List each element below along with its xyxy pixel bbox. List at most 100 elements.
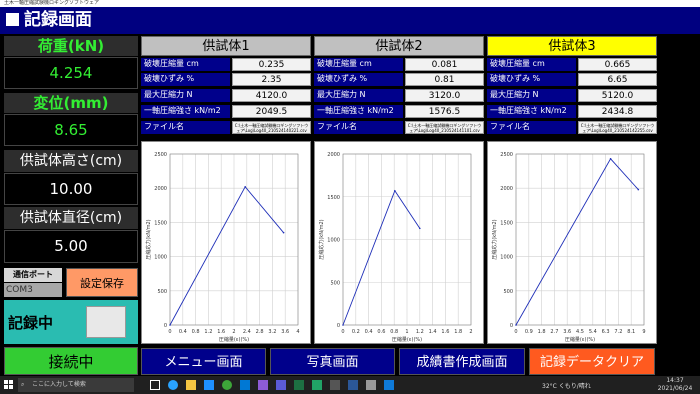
port-label: 通信ポート bbox=[4, 268, 62, 282]
specimen-1-row-value: 4120.0 bbox=[232, 89, 311, 102]
chart-ylabel: 圧縮応力(kN/m2) bbox=[145, 219, 152, 259]
chart-ytick-label: 0 bbox=[164, 323, 167, 329]
chart-xtick-label: 2.8 bbox=[256, 329, 264, 335]
chrome-icon[interactable] bbox=[222, 380, 232, 390]
app-icon-2[interactable] bbox=[330, 380, 340, 390]
menu-screen-button[interactable]: メニュー画面 bbox=[141, 348, 266, 375]
specimen-1-row-label: ファイル名 bbox=[141, 121, 230, 134]
chart-point bbox=[419, 227, 421, 230]
specimen-3-row-label: 破壊ひずみ % bbox=[487, 73, 576, 86]
photo-screen-button[interactable]: 写真画面 bbox=[270, 348, 395, 375]
page-title: 記録画面 bbox=[24, 10, 92, 30]
specimen-2-title[interactable]: 供試体2 bbox=[314, 36, 484, 56]
chart-point bbox=[282, 231, 285, 234]
specimen-3-filename: C:\土木一軸圧縮試験機ロギングソフトウェア\Log\Log40_2105241… bbox=[578, 121, 657, 134]
chart-xtick-label: 9 bbox=[642, 329, 645, 335]
weather-status: 32°C くもり/晴れ bbox=[542, 383, 591, 390]
chart-series-line bbox=[169, 186, 284, 326]
chart-xtick-label: 1.2 bbox=[204, 329, 212, 335]
chart-xlabel: 圧縮量(ε)(%) bbox=[219, 336, 249, 343]
specimen-1-filename: C:\土木一軸圧縮試験機ロギングソフトウェア\Log\Log40_2105241… bbox=[232, 121, 311, 134]
chart-xlabel: 圧縮量(ε)(%) bbox=[565, 336, 595, 343]
app-icon[interactable] bbox=[276, 380, 286, 390]
height-value[interactable]: 10.00 bbox=[4, 173, 138, 205]
chart-point bbox=[169, 324, 171, 326]
chart-ylabel: 圧縮応力(kN/m2) bbox=[318, 219, 325, 259]
specimen-3-row-value: 5120.0 bbox=[578, 89, 657, 102]
chart-xtick-label: 1 bbox=[405, 329, 408, 335]
excel-icon[interactable] bbox=[294, 380, 304, 390]
specimen-3-row-label: 破壊圧縮量 cm bbox=[487, 58, 576, 71]
clear-data-button[interactable]: 記録データクリア bbox=[529, 348, 655, 375]
windows-start-icon[interactable] bbox=[4, 380, 14, 390]
specimen-3-row-value: 2434.8 bbox=[578, 105, 657, 118]
chart-point bbox=[394, 189, 396, 192]
specimen-1-row-value: 2049.5 bbox=[232, 105, 311, 118]
mail-icon[interactable] bbox=[240, 380, 250, 390]
specimen-1-row-label: 破壊圧縮量 cm bbox=[141, 58, 230, 71]
store-icon[interactable] bbox=[204, 380, 214, 390]
chart-point bbox=[244, 186, 246, 188]
specimen-3-chart: 0 0.9 1.8 2.7 3.6 4.5 5.4 6.3 7.2 8.1 9 0 500 1000 150… bbox=[487, 141, 657, 344]
port-select[interactable]: COM3 bbox=[4, 283, 62, 297]
folder-icon[interactable] bbox=[186, 380, 196, 390]
specimen-2-row-label: 一軸圧縮強さ kN/m2 bbox=[314, 105, 403, 118]
browser-icon[interactable] bbox=[168, 380, 178, 390]
clock-time: 14:37 bbox=[666, 377, 684, 384]
chart-ytick-label: 2500 bbox=[154, 152, 167, 158]
chart-xtick-label: 0 bbox=[168, 329, 171, 335]
displacement-label: 変位(mm) bbox=[4, 93, 138, 113]
page-header: 記録画面 bbox=[0, 7, 700, 34]
chart-point bbox=[515, 324, 517, 326]
app-icon-3[interactable] bbox=[366, 380, 376, 390]
chart-ytick-label: 2500 bbox=[500, 152, 513, 158]
chart-ytick-label: 2000 bbox=[327, 152, 340, 158]
visual-studio-icon[interactable] bbox=[258, 380, 268, 390]
chart-xtick-label: 2 bbox=[469, 329, 472, 335]
taskbar-search-input[interactable]: ⌕ ここに入力して検索 bbox=[18, 378, 134, 392]
specimen-2-row-value: 0.81 bbox=[405, 73, 484, 86]
app-icon-4[interactable] bbox=[384, 380, 394, 390]
chart-ytick-label: 2000 bbox=[500, 186, 513, 192]
search-icon: ⌕ bbox=[21, 381, 25, 388]
chart-xtick-label: 1.4 bbox=[429, 329, 437, 335]
chart-xtick-label: 0.2 bbox=[352, 329, 360, 335]
chart-ytick-label: 500 bbox=[157, 289, 167, 295]
chart-xtick-label: 4.5 bbox=[576, 329, 584, 335]
header-square-icon bbox=[6, 13, 19, 26]
connect-button[interactable]: 接続中 bbox=[4, 347, 138, 375]
chart-xlabel: 圧縮量(ε)(%) bbox=[392, 336, 422, 343]
specimen-2-row-value: 1576.5 bbox=[405, 105, 484, 118]
chart-ytick-label: 500 bbox=[330, 280, 340, 286]
load-label: 荷重(kN) bbox=[4, 36, 138, 56]
specimen-2-chart: 0 0.2 0.4 0.6 0.8 1 1.2 1.4 1.6 1.8 2 0 500 1000 1500 2… bbox=[314, 141, 484, 344]
specimen-3-title[interactable]: 供試体3 bbox=[487, 36, 657, 56]
excel-icon-2[interactable] bbox=[312, 380, 322, 390]
report-screen-button[interactable]: 成績書作成画面 bbox=[399, 348, 525, 375]
chart-xtick-label: 1.6 bbox=[441, 329, 449, 335]
clock[interactable]: 14:37 2021/06/24 bbox=[655, 377, 695, 393]
recording-indicator bbox=[86, 306, 126, 338]
taskbar-apps bbox=[150, 379, 420, 391]
chart-xtick-label: 0 bbox=[514, 329, 517, 335]
chart-xtick-label: 5.4 bbox=[589, 329, 597, 335]
specimen-2-row-label: ファイル名 bbox=[314, 121, 403, 134]
save-settings-button[interactable]: 設定保存 bbox=[66, 268, 138, 297]
chart-point bbox=[609, 157, 612, 160]
load-value: 4.254 bbox=[4, 57, 138, 89]
specimen-2-row-value: 3120.0 bbox=[405, 89, 484, 102]
specimen-3-row-label: 最大圧縮力 N bbox=[487, 89, 576, 102]
specimen-3-row-value: 6.65 bbox=[578, 73, 657, 86]
task-view-icon[interactable] bbox=[150, 380, 160, 390]
diameter-value[interactable]: 5.00 bbox=[4, 230, 138, 263]
chart-xtick-label: 1.8 bbox=[538, 329, 546, 335]
word-icon[interactable] bbox=[348, 380, 358, 390]
chart-ytick-label: 0 bbox=[510, 323, 513, 329]
specimen-1-title[interactable]: 供試体1 bbox=[141, 36, 311, 56]
specimen-3-row-label: ファイル名 bbox=[487, 121, 576, 134]
specimen-1-row-value: 0.235 bbox=[232, 58, 311, 71]
chart-svg: 0 0.2 0.4 0.6 0.8 1 1.2 1.4 1.6 1.8 2 0 500 1000 1500 2… bbox=[318, 152, 473, 343]
diameter-label: 供試体直径(cm) bbox=[4, 207, 138, 229]
specimen-3-row-value: 0.665 bbox=[578, 58, 657, 71]
chart-ytick-label: 1500 bbox=[327, 195, 340, 201]
